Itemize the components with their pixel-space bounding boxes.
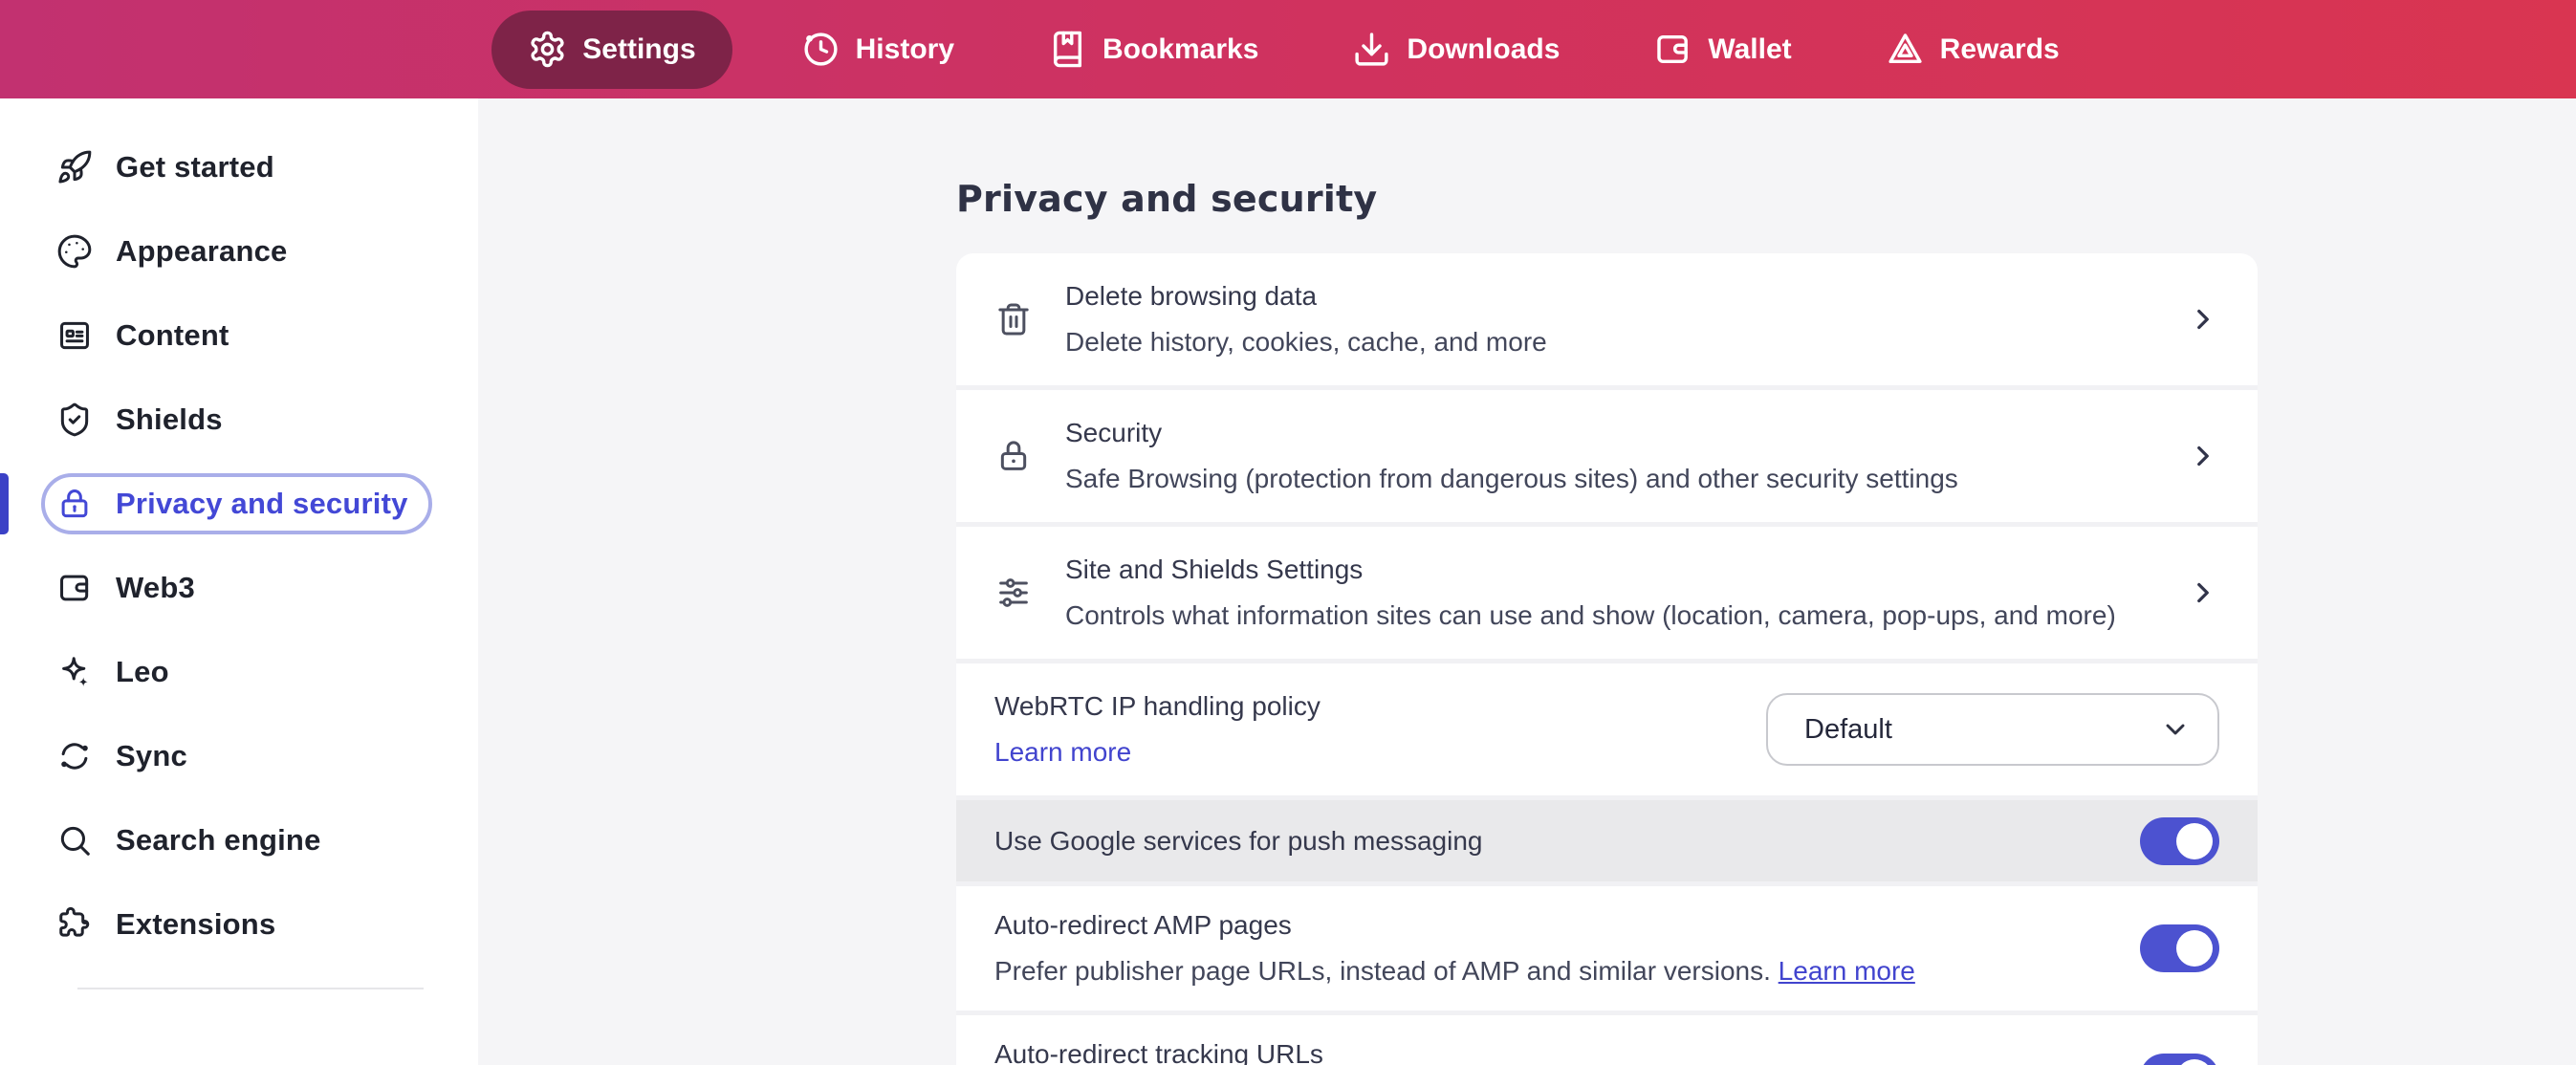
- topnav-item-label: Settings: [582, 33, 695, 66]
- sidebar-item-leo[interactable]: Leo: [0, 630, 478, 714]
- row-title: Auto-redirect AMP pages: [994, 907, 2140, 944]
- topnav-item-label: Wallet: [1708, 33, 1791, 66]
- topnav-item-history[interactable]: History: [776, 11, 979, 89]
- row-auto-redirect-amp-pages: Auto-redirect AMP pages Prefer publisher…: [956, 881, 2258, 1011]
- row-site-and-shields-settings[interactable]: Site and Shields Settings Controls what …: [956, 522, 2258, 659]
- sidebar-item-label: Sync: [116, 739, 187, 773]
- row-google-push-messaging: Use Google services for push messaging: [956, 795, 2258, 881]
- topnav-item-downloads[interactable]: Downloads: [1327, 11, 1584, 89]
- chevron-right-icon: [2187, 440, 2219, 472]
- sidebar-item-label: Content: [116, 318, 229, 353]
- auto-redirect-amp-toggle[interactable]: [2140, 924, 2219, 972]
- sidebar-item-shields[interactable]: Shields: [0, 378, 478, 462]
- lock-icon: [56, 486, 93, 522]
- topnav-item-label: Bookmarks: [1102, 33, 1258, 66]
- row-auto-redirect-tracking-urls: Auto-redirect tracking URLs Enable suppo…: [956, 1011, 2258, 1065]
- chevron-down-icon: [2160, 714, 2191, 745]
- row-title: Site and Shields Settings: [1065, 552, 2187, 588]
- sidebar-item-privacy-and-security[interactable]: Privacy and security: [0, 462, 478, 546]
- topnav-item-bookmarks[interactable]: Bookmarks: [1023, 11, 1283, 89]
- settings-sidebar: Get started Appearance Content Shields: [0, 98, 478, 1065]
- trash-icon: [994, 300, 1035, 338]
- toggle-knob: [2176, 1059, 2213, 1065]
- sliders-icon: [994, 574, 1035, 612]
- row-description: Prefer publisher page URLs, instead of A…: [994, 956, 1771, 986]
- sidebar-item-appearance[interactable]: Appearance: [0, 209, 478, 293]
- row-description: Delete history, cookies, cache, and more: [1065, 324, 2187, 360]
- page-title: Privacy and security: [956, 177, 2576, 221]
- learn-more-link[interactable]: Learn more: [994, 737, 1131, 767]
- sidebar-item-extensions[interactable]: Extensions: [0, 882, 478, 967]
- sidebar-item-label: Web3: [116, 571, 195, 605]
- sidebar-item-label: Shields: [116, 402, 223, 437]
- sidebar-item-label: Leo: [116, 655, 169, 689]
- chevron-right-icon: [2187, 576, 2219, 609]
- sidebar-divider: [77, 988, 424, 989]
- downloads-icon: [1352, 30, 1391, 69]
- bookmarks-icon: [1048, 30, 1087, 69]
- topnav-item-wallet[interactable]: Wallet: [1628, 11, 1816, 89]
- sidebar-item-search-engine[interactable]: Search engine: [0, 798, 478, 882]
- row-title: Security: [1065, 415, 2187, 451]
- chevron-right-icon: [2187, 303, 2219, 336]
- history-icon: [801, 30, 840, 69]
- row-title: Delete browsing data: [1065, 278, 2187, 315]
- sidebar-item-sync[interactable]: Sync: [0, 714, 478, 798]
- webrtc-policy-select[interactable]: Default: [1766, 693, 2219, 766]
- topnav-item-settings[interactable]: Settings: [491, 11, 731, 89]
- topnav-item-rewards[interactable]: Rewards: [1861, 11, 2085, 89]
- auto-redirect-tracking-toggle[interactable]: [2140, 1054, 2219, 1065]
- sidebar-item-web3[interactable]: Web3: [0, 546, 478, 630]
- gear-icon: [528, 30, 567, 69]
- rewards-icon: [1886, 30, 1925, 69]
- sidebar-item-get-started[interactable]: Get started: [0, 125, 478, 209]
- sidebar-item-label: Privacy and security: [116, 487, 408, 521]
- toggle-knob: [2176, 823, 2213, 859]
- row-security[interactable]: Security Safe Browsing (protection from …: [956, 385, 2258, 522]
- privacy-settings-card: Delete browsing data Delete history, coo…: [956, 253, 2258, 1065]
- shield-icon: [56, 402, 93, 438]
- row-title: WebRTC IP handling policy: [994, 688, 1766, 725]
- topnav-item-label: Rewards: [1940, 33, 2060, 66]
- topnav-item-label: History: [856, 33, 954, 66]
- sidebar-item-label: Get started: [116, 150, 274, 185]
- topnav-item-label: Downloads: [1407, 33, 1560, 66]
- row-description: Safe Browsing (protection from dangerous…: [1065, 461, 2187, 497]
- content-icon: [56, 317, 93, 354]
- row-title: Auto-redirect tracking URLs: [994, 1036, 2140, 1065]
- toggle-knob: [2176, 930, 2213, 967]
- learn-more-link[interactable]: Learn more: [1779, 956, 1915, 986]
- top-navigation-bar: Settings History Bookmarks Downloads Wal…: [0, 0, 2576, 98]
- palette-icon: [56, 233, 93, 270]
- row-description: Controls what information sites can use …: [1065, 598, 2187, 634]
- sidebar-item-label: Extensions: [116, 907, 275, 942]
- puzzle-icon: [56, 906, 93, 943]
- row-webrtc-ip-handling-policy: WebRTC IP handling policy Learn more Def…: [956, 659, 2258, 795]
- row-delete-browsing-data[interactable]: Delete browsing data Delete history, coo…: [956, 253, 2258, 385]
- settings-main-panel: Privacy and security Delete browsing dat…: [478, 98, 2576, 1065]
- rocket-icon: [56, 149, 93, 185]
- wallet-icon: [1653, 30, 1692, 69]
- sidebar-item-content[interactable]: Content: [0, 293, 478, 378]
- select-value: Default: [1804, 714, 1892, 746]
- sidebar-item-label: Appearance: [116, 234, 287, 269]
- sync-icon: [56, 738, 93, 774]
- sparkle-icon: [56, 654, 93, 690]
- lock-icon: [994, 437, 1035, 475]
- search-icon: [56, 822, 93, 859]
- google-push-messaging-toggle[interactable]: [2140, 817, 2219, 865]
- row-title: Use Google services for push messaging: [994, 823, 2140, 859]
- wallet-icon: [56, 570, 93, 606]
- sidebar-item-label: Search engine: [116, 823, 321, 858]
